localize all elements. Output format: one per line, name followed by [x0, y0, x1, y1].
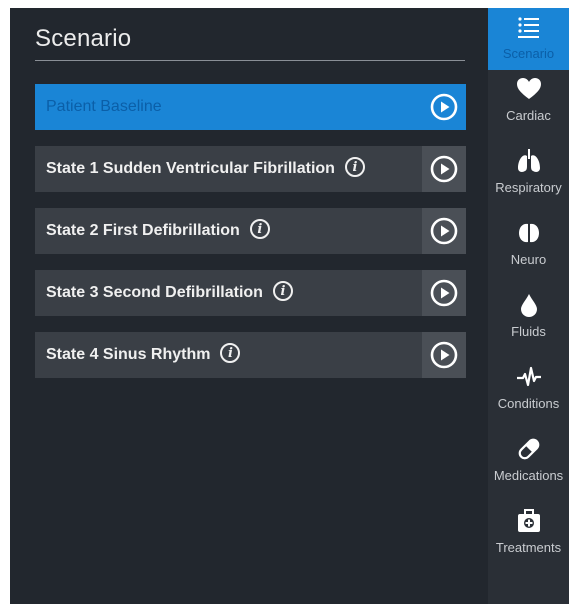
play-button[interactable] [422, 146, 466, 192]
sidebar-item-label: Treatments [495, 540, 562, 555]
list-icon [488, 8, 569, 44]
state-row-1[interactable]: State 1 Sudden Ventricular Fibrillation i [35, 146, 466, 192]
title-divider [35, 60, 465, 61]
state-label: State 4 Sinus Rhythm i [46, 332, 241, 378]
sidebar-item-label: Scenario [502, 46, 555, 61]
sidebar-item-scenario[interactable]: Scenario [488, 8, 569, 70]
play-icon [430, 93, 458, 121]
state-row-3[interactable]: State 3 Second Defibrillation i [35, 270, 466, 316]
sidebar-item-fluids[interactable]: Fluids [488, 286, 569, 358]
brain-icon [488, 214, 569, 250]
app-window: Scenario Patient Baseline State 1 Sudden… [10, 8, 569, 604]
sidebar-item-conditions[interactable]: Conditions [488, 358, 569, 430]
info-icon[interactable]: i [220, 342, 241, 363]
play-icon [430, 155, 458, 183]
droplet-icon [488, 286, 569, 322]
sidebar-item-neuro[interactable]: Neuro [488, 214, 569, 286]
lungs-icon [488, 142, 569, 178]
play-button[interactable] [422, 84, 466, 130]
sidebar-item-treatments[interactable]: Treatments [488, 502, 569, 574]
state-list: Patient Baseline State 1 Sudden Ventricu… [35, 84, 466, 394]
play-icon [430, 341, 458, 369]
info-icon[interactable]: i [344, 156, 365, 177]
sidebar-item-label: Respiratory [495, 180, 562, 195]
play-icon [430, 279, 458, 307]
medkit-icon [488, 502, 569, 538]
play-button[interactable] [422, 332, 466, 378]
page-title: Scenario [35, 25, 132, 52]
info-icon[interactable]: i [249, 218, 270, 239]
scenario-panel: Scenario Patient Baseline State 1 Sudden… [10, 8, 488, 604]
state-label: State 2 First Defibrillation i [46, 208, 270, 254]
sidebar-item-label: Neuro [510, 252, 547, 267]
state-label: State 3 Second Defibrillation i [46, 270, 293, 316]
play-button[interactable] [422, 208, 466, 254]
heart-icon [488, 70, 569, 106]
state-label: Patient Baseline [46, 98, 162, 115]
play-icon [430, 217, 458, 245]
info-icon[interactable]: i [272, 280, 293, 301]
sidebar-item-medications[interactable]: Medications [488, 430, 569, 502]
state-label: State 1 Sudden Ventricular Fibrillation i [46, 146, 365, 192]
sidebar-nav: Scenario Cardiac Respiratory Neuro Fluid… [488, 8, 569, 604]
state-row-patient-baseline[interactable]: Patient Baseline [35, 84, 466, 130]
sidebar-item-label: Medications [493, 468, 564, 483]
pill-icon [488, 430, 569, 466]
state-row-2[interactable]: State 2 First Defibrillation i [35, 208, 466, 254]
play-button[interactable] [422, 270, 466, 316]
state-row-4[interactable]: State 4 Sinus Rhythm i [35, 332, 466, 378]
sidebar-item-label: Fluids [511, 324, 546, 339]
sidebar-item-label: Cardiac [506, 108, 551, 123]
sidebar-item-cardiac[interactable]: Cardiac [488, 70, 569, 142]
sidebar-item-label: Conditions [497, 396, 560, 411]
pulse-icon [488, 358, 569, 394]
sidebar-item-respiratory[interactable]: Respiratory [488, 142, 569, 214]
